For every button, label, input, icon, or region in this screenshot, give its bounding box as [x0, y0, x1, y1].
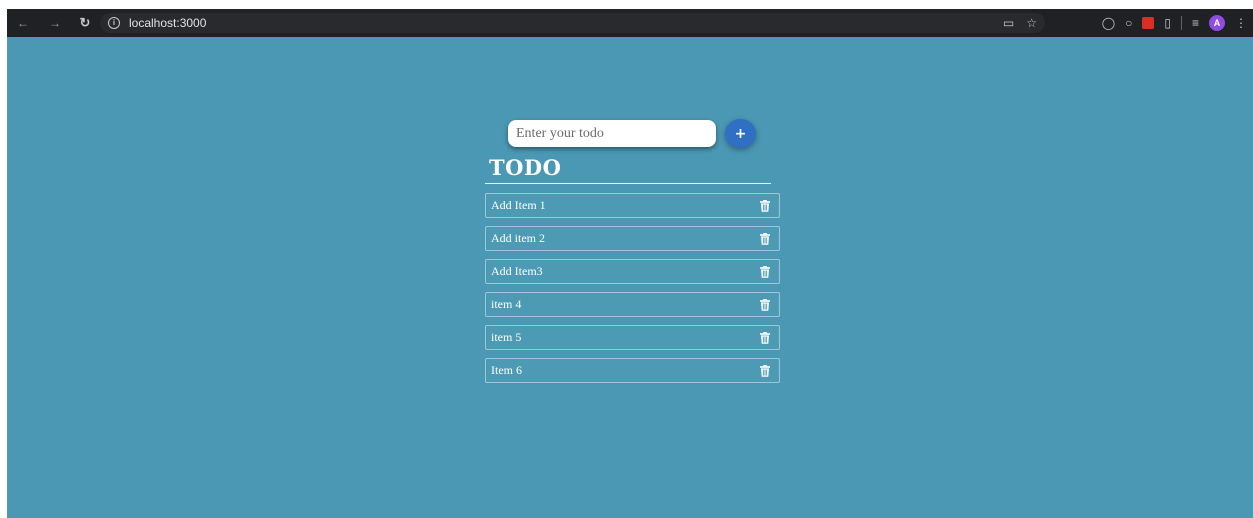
- menu-kebab-icon[interactable]: ⋮: [1235, 16, 1247, 30]
- address-bar[interactable]: i localhost:3000 ▭ ☆: [100, 13, 1045, 33]
- todo-text: Add Item 1: [491, 198, 546, 212]
- plus-icon: +: [734, 125, 747, 142]
- trash-icon[interactable]: [759, 232, 771, 245]
- title-divider: [485, 183, 771, 184]
- media-queue-icon[interactable]: ≡: [1192, 16, 1199, 30]
- browser-window: ← → ↻ i localhost:3000 ▭ ☆ ◯ ○ ▯ ≡ A ⋮ +…: [7, 9, 1253, 518]
- extensions-area: ◯ ○ ▯ ≡ A ⋮: [1102, 13, 1247, 33]
- list-item: Add item 2: [485, 226, 780, 251]
- list-item: item 4: [485, 292, 780, 317]
- list-item: Add Item3: [485, 259, 780, 284]
- extension-red-icon[interactable]: [1142, 17, 1155, 29]
- cast-icon[interactable]: ▭: [1003, 16, 1014, 30]
- trash-icon[interactable]: [759, 364, 771, 377]
- extension-icon[interactable]: ◯: [1102, 16, 1115, 30]
- url-text: localhost:3000: [129, 16, 207, 30]
- bookmark-star-icon[interactable]: ☆: [1026, 16, 1037, 30]
- todo-text: item 4: [491, 297, 522, 311]
- profile-avatar[interactable]: A: [1209, 15, 1225, 31]
- todo-text: Item 6: [491, 363, 522, 377]
- omnibox-actions: ▭ ☆: [1003, 13, 1037, 33]
- toolbar-divider: [1180, 16, 1182, 30]
- trash-icon[interactable]: [759, 199, 771, 212]
- reload-icon[interactable]: ↻: [75, 13, 95, 33]
- todo-input[interactable]: [508, 120, 716, 147]
- browser-toolbar: ← → ↻ i localhost:3000 ▭ ☆ ◯ ○ ▯ ≡ A ⋮: [7, 9, 1253, 37]
- trash-icon[interactable]: [759, 331, 771, 344]
- site-info-icon[interactable]: i: [108, 17, 120, 29]
- back-icon[interactable]: ←: [13, 13, 33, 33]
- list-item: Add Item 1: [485, 193, 780, 218]
- extension-icon[interactable]: ○: [1125, 16, 1132, 30]
- trash-icon[interactable]: [759, 265, 771, 278]
- forward-icon[interactable]: →: [45, 13, 65, 33]
- list-item: Item 6: [485, 358, 780, 383]
- puzzle-icon[interactable]: ▯: [1164, 16, 1171, 30]
- todo-text: Add Item3: [491, 264, 543, 278]
- page-title: TODO: [489, 155, 562, 180]
- todo-text: Add item 2: [491, 231, 545, 245]
- trash-icon[interactable]: [759, 298, 771, 311]
- add-todo-button[interactable]: +: [725, 119, 756, 148]
- list-item: item 5: [485, 325, 780, 350]
- todo-list: Add Item 1 Add item 2 Add Item3 item 4 i…: [485, 193, 780, 391]
- todo-text: item 5: [491, 330, 522, 344]
